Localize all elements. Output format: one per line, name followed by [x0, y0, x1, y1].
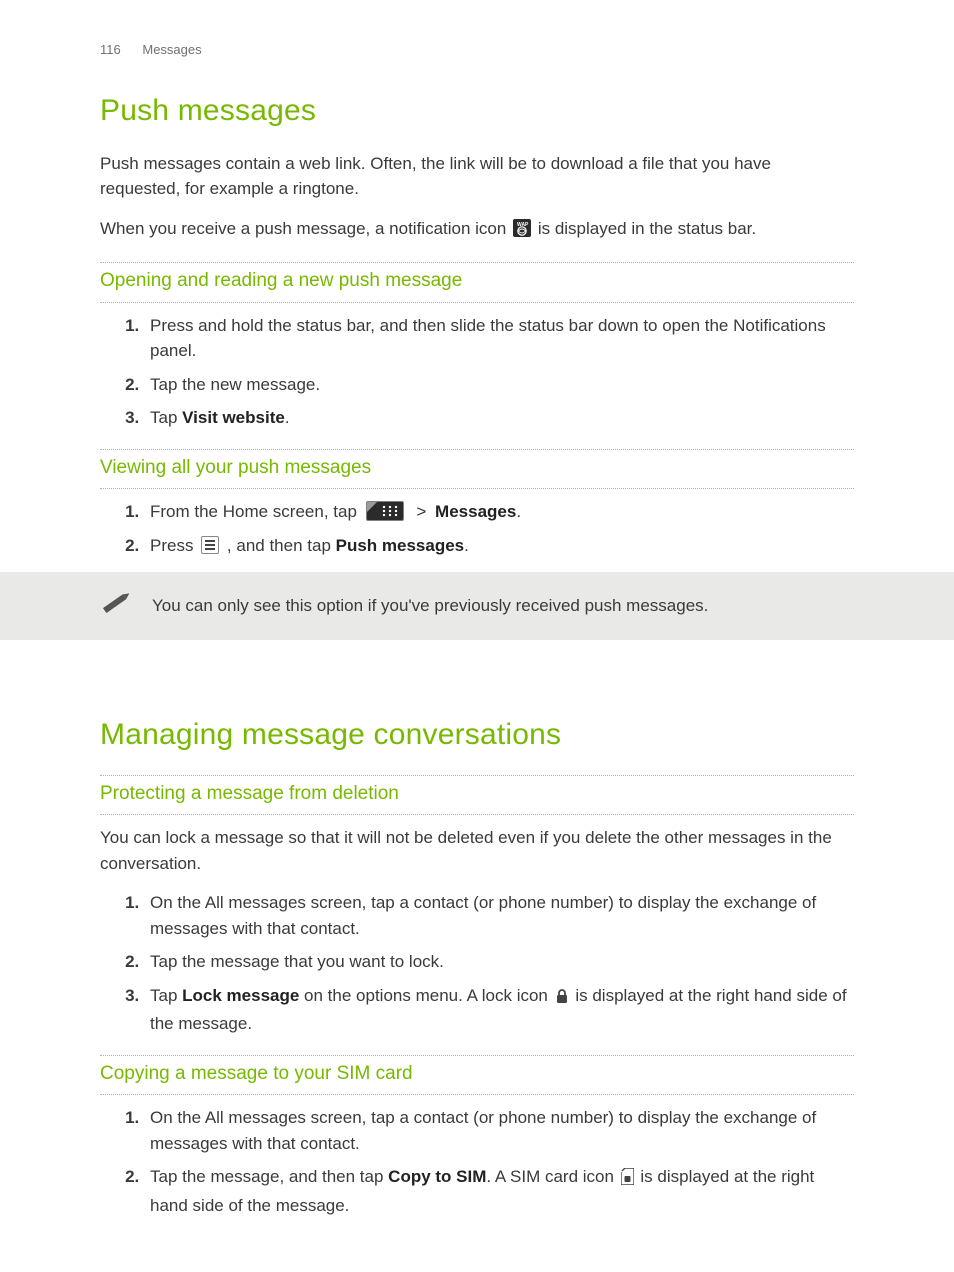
list-item: On the All messages screen, tap a contac…	[144, 1105, 854, 1156]
breadcrumb-section: Messages	[142, 42, 201, 57]
page-number: 116	[100, 42, 121, 57]
list-item: Tap the new message.	[144, 372, 854, 398]
heading-copy-to-sim: Copying a message to your SIM card	[100, 1060, 854, 1089]
divider	[100, 814, 854, 815]
list-item: Press and hold the status bar, and then …	[144, 313, 854, 364]
list-item: Tap the message, and then tap Copy to SI…	[144, 1164, 854, 1218]
protecting-steps: On the All messages screen, tap a contac…	[100, 890, 854, 1037]
push-notification-paragraph: When you receive a push message, a notif…	[100, 216, 854, 245]
all-apps-icon	[366, 501, 404, 521]
divider	[100, 449, 854, 450]
list-item: Tap the message that you want to lock.	[144, 949, 854, 975]
divider	[100, 775, 854, 776]
wap-push-notification-icon: WAP	[513, 219, 531, 245]
viewing-push-steps: From the Home screen, tap > Messages. Pr…	[100, 499, 854, 558]
divider	[100, 302, 854, 303]
breadcrumb: 116 Messages	[100, 40, 854, 60]
opening-push-steps: Press and hold the status bar, and then …	[100, 313, 854, 431]
heading-push-messages: Push messages	[100, 88, 854, 133]
list-item: Press , and then tap Push messages.	[144, 533, 854, 559]
heading-protecting-message: Protecting a message from deletion	[100, 780, 854, 809]
list-item: Tap Visit website.	[144, 405, 854, 431]
divider	[100, 488, 854, 489]
protect-intro-paragraph: You can lock a message so that it will n…	[100, 825, 854, 876]
divider	[100, 1094, 854, 1095]
list-item: Tap Lock message on the options menu. A …	[144, 983, 854, 1037]
sim-card-icon	[621, 1167, 634, 1193]
divider	[100, 262, 854, 263]
list-item: From the Home screen, tap > Messages.	[144, 499, 854, 525]
menu-icon	[201, 536, 219, 554]
heading-managing-conversations: Managing message conversations	[100, 712, 854, 757]
list-item: On the All messages screen, tap a contac…	[144, 890, 854, 941]
note-callout: You can only see this option if you've p…	[0, 572, 954, 640]
copy-to-sim-steps: On the All messages screen, tap a contac…	[100, 1105, 854, 1218]
divider	[100, 1055, 854, 1056]
note-text: You can only see this option if you've p…	[152, 593, 708, 619]
heading-viewing-all-push: Viewing all your push messages	[100, 454, 854, 483]
pencil-icon	[100, 588, 134, 624]
heading-opening-push: Opening and reading a new push message	[100, 267, 854, 296]
lock-icon	[555, 986, 569, 1012]
chevron-right-icon: >	[416, 502, 426, 521]
push-intro-paragraph: Push messages contain a web link. Often,…	[100, 151, 854, 202]
